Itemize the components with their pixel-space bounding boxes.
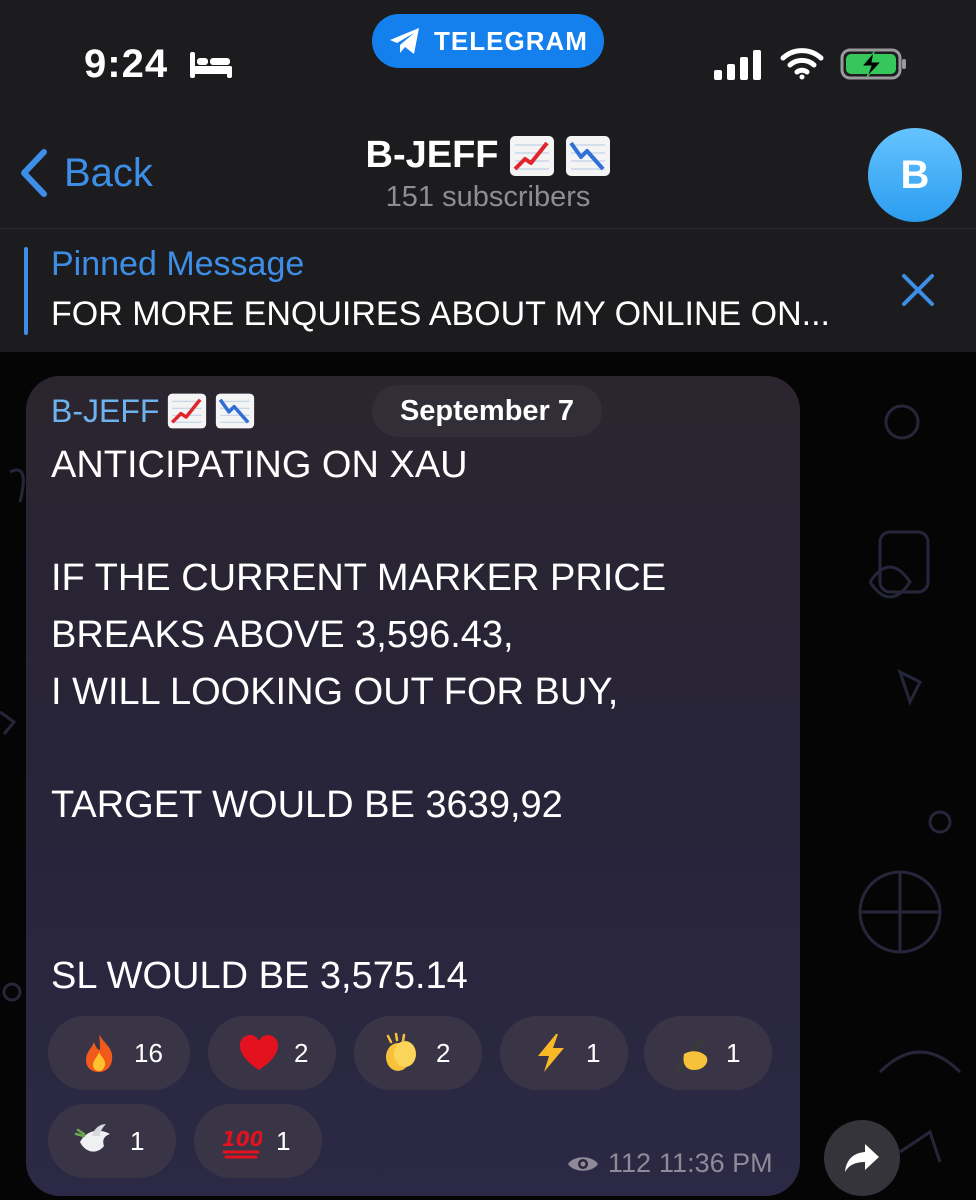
bed-icon <box>190 52 232 78</box>
reaction-count: 16 <box>134 1037 163 1068</box>
message-meta: 112 11:36 PM <box>566 1148 773 1179</box>
clock: 9:24 <box>84 42 169 86</box>
heart-icon <box>240 1035 278 1070</box>
message-line: BREAKS ABOVE 3,596.43, <box>51 614 514 656</box>
reaction-writing[interactable]: 1 <box>644 1016 772 1090</box>
close-icon[interactable] <box>898 270 938 310</box>
battery-charging-icon <box>840 48 906 80</box>
status-bar: 9:24 TELEGRAM <box>0 0 976 120</box>
svg-text:100: 100 <box>222 1127 262 1151</box>
sender-name: B-JEFF <box>51 392 160 429</box>
message-line: SL WOULD BE 3,575.14 <box>51 955 468 997</box>
message-line: I WILL LOOKING OUT FOR BUY, <box>51 671 619 713</box>
hundred-points-icon: 100 <box>222 1127 262 1159</box>
pinned-indicator <box>24 247 28 335</box>
forward-button[interactable] <box>824 1120 900 1196</box>
fire-icon <box>86 1034 113 1072</box>
wifi-icon <box>780 48 824 80</box>
reaction-lightning[interactable]: 1 <box>500 1016 628 1090</box>
message-sender[interactable]: B-JEFF <box>51 392 255 430</box>
chart-decreasing-icon <box>216 393 255 429</box>
message-line: TARGET WOULD BE 3639,92 <box>51 784 563 826</box>
channel-info[interactable]: B-JEFF 151 subscribers <box>0 134 976 214</box>
message-time: 11:36 PM <box>659 1148 773 1178</box>
reaction-count: 1 <box>586 1037 601 1068</box>
message-line: IF THE CURRENT MARKER PRICE <box>51 557 667 599</box>
telegram-return-pill[interactable]: TELEGRAM <box>372 14 604 68</box>
share-arrow-icon <box>845 1144 879 1172</box>
chart-increasing-icon <box>168 393 207 429</box>
chart-decreasing-icon <box>565 135 610 176</box>
reaction-count: 2 <box>436 1037 451 1068</box>
pinned-title: Pinned Message <box>51 245 305 283</box>
reaction-heart[interactable]: 2 <box>208 1016 336 1090</box>
subscriber-count: 151 subscribers <box>385 181 591 213</box>
clapping-hands-icon <box>386 1032 416 1071</box>
lightning-icon <box>538 1034 564 1072</box>
reaction-count: 1 <box>276 1125 291 1156</box>
reaction-dove[interactable]: 1 <box>48 1104 176 1178</box>
pinned-text: FOR MORE ENQUIRES ABOUT MY ONLINE ON... <box>51 295 830 333</box>
reaction-hundred[interactable]: 100 1 <box>194 1104 322 1178</box>
telegram-plane-icon <box>390 28 420 54</box>
view-count: 112 <box>608 1148 652 1178</box>
telegram-pill-label: TELEGRAM <box>434 25 588 56</box>
reaction-count: 1 <box>130 1125 145 1156</box>
reaction-fire[interactable]: 16 <box>48 1016 190 1090</box>
dove-icon <box>74 1124 110 1152</box>
signal-icon <box>714 50 761 80</box>
eye-icon <box>568 1156 598 1171</box>
writing-hand-icon <box>674 1038 708 1072</box>
reaction-clap[interactable]: 2 <box>354 1016 482 1090</box>
chat-header: Back B-JEFF 151 subscribers B <box>0 120 976 228</box>
message-line: ANTICIPATING ON XAU <box>51 444 468 486</box>
date-badge: September 7 <box>372 385 602 437</box>
reaction-count: 2 <box>294 1037 309 1068</box>
chart-increasing-icon <box>509 135 554 176</box>
pinned-message-bar[interactable]: Pinned Message FOR MORE ENQUIRES ABOUT M… <box>0 228 976 352</box>
channel-name: B-JEFF <box>365 134 499 176</box>
avatar[interactable]: B <box>868 128 962 222</box>
reaction-count: 1 <box>726 1037 741 1068</box>
